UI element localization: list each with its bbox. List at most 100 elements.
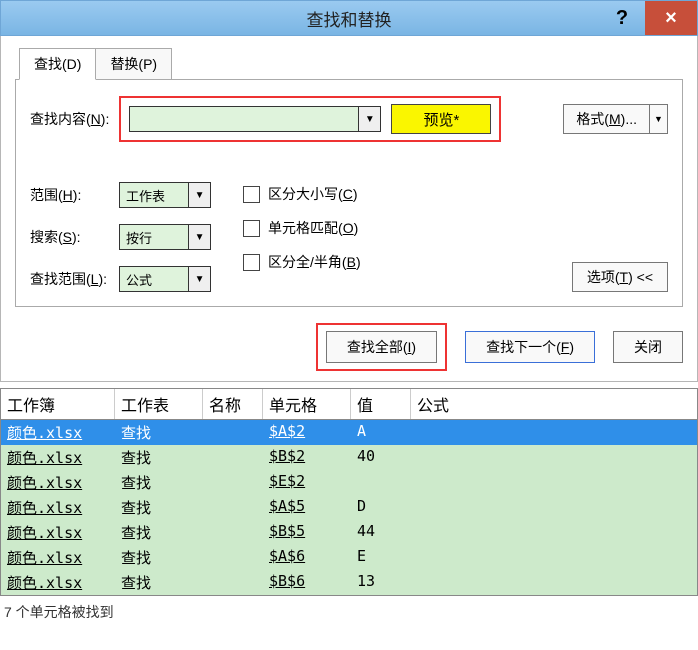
cell-formula	[411, 570, 697, 595]
format-button[interactable]: 格式(M)...	[563, 104, 650, 134]
tab-find[interactable]: 查找(D)	[19, 48, 96, 80]
scope-select-dropdown[interactable]: ▼	[189, 182, 211, 208]
cell-sheet: 查找	[115, 495, 203, 520]
find-all-highlight: 查找全部(I)	[316, 323, 447, 371]
results-row[interactable]: 颜色.xlsx查找$B$544	[1, 520, 697, 545]
lookin-label: 查找范围(L):	[30, 269, 107, 289]
match-whole-label: 单元格匹配(O)	[268, 218, 358, 238]
cell-ref: $B$5	[263, 520, 351, 545]
cell-workbook: 颜色.xlsx	[1, 470, 115, 495]
cell-sheet: 查找	[115, 545, 203, 570]
search-options-selects: 范围(H): 工作表 ▼ 搜索(S): 按行 ▼ 查找范围(L): 公式	[30, 182, 211, 292]
col-workbook[interactable]: 工作簿	[1, 389, 115, 419]
cell-workbook: 颜色.xlsx	[1, 545, 115, 570]
options-toggle-button[interactable]: 选项(T) <<	[572, 262, 668, 292]
cell-sheet: 查找	[115, 470, 203, 495]
tabs: 查找(D) 替换(P)	[15, 48, 683, 80]
cell-sheet: 查找	[115, 570, 203, 595]
cell-value: 40	[351, 445, 411, 470]
results-row[interactable]: 颜色.xlsx查找$A$6E	[1, 545, 697, 570]
help-button[interactable]: ?	[599, 1, 645, 35]
lookin-select-dropdown[interactable]: ▼	[189, 266, 211, 292]
tab-replace[interactable]: 替换(P)	[95, 48, 172, 80]
find-all-button[interactable]: 查找全部(I)	[326, 331, 437, 363]
results-row[interactable]: 颜色.xlsx查找 $E$2	[1, 470, 697, 495]
cell-name	[203, 495, 263, 520]
cell-ref: $A$5	[263, 495, 351, 520]
lookin-select[interactable]: 公式 ▼	[119, 266, 211, 292]
cell-workbook: 颜色.xlsx	[1, 520, 115, 545]
search-direction-select[interactable]: 按行 ▼	[119, 224, 211, 250]
cell-ref: $B$6	[263, 570, 351, 595]
find-input-wrap: ▼	[129, 106, 381, 132]
search-label: 搜索(S):	[30, 227, 107, 247]
close-button-label: 关闭	[634, 339, 662, 355]
cell-formula	[411, 520, 697, 545]
cell-value: 44	[351, 520, 411, 545]
dialog-body: 查找(D) 替换(P) 查找内容(N): ▼ 预览*	[0, 36, 698, 382]
cell-value: A	[351, 420, 411, 445]
match-case-check[interactable]: 区分大小写(C)	[243, 184, 361, 204]
cell-formula	[411, 470, 697, 495]
scope-label: 范围(H):	[30, 185, 107, 205]
scope-select[interactable]: 工作表 ▼	[119, 182, 211, 208]
cell-sheet: 查找	[115, 445, 203, 470]
results-row[interactable]: 颜色.xlsx查找 $B$240	[1, 445, 697, 470]
find-content-label: 查找内容(N):	[30, 109, 109, 129]
match-width-checkbox[interactable]	[243, 254, 260, 271]
window-title: 查找和替换	[307, 6, 392, 31]
tab-replace-label: 替换(P)	[110, 56, 157, 72]
match-whole-check[interactable]: 单元格匹配(O)	[243, 218, 361, 238]
chevron-down-icon: ▼	[365, 114, 375, 125]
find-next-wrap: 查找下一个(F)	[465, 331, 595, 363]
cell-name	[203, 545, 263, 570]
chevron-down-icon: ▼	[654, 114, 663, 124]
results-row[interactable]: 颜色.xlsx查找$B$613	[1, 570, 697, 595]
search-options: 范围(H): 工作表 ▼ 搜索(S): 按行 ▼ 查找范围(L): 公式	[30, 182, 668, 292]
format-button-wrap: 格式(M)... ▼	[563, 104, 668, 134]
col-cell[interactable]: 单元格	[263, 389, 351, 419]
results-body: 颜色.xlsx查找$A$2A颜色.xlsx查找$B$240颜色.xlsx查找$E…	[1, 420, 697, 595]
cell-value	[351, 470, 411, 495]
results-table: 工作簿 工作表 名称 单元格 值 公式 颜色.xlsx查找$A$2A颜色.xls…	[0, 388, 698, 596]
find-next-button[interactable]: 查找下一个(F)	[465, 331, 595, 363]
cell-name	[203, 420, 263, 445]
close-button[interactable]: 关闭	[613, 331, 683, 363]
find-what-dropdown[interactable]: ▼	[359, 106, 381, 132]
chevron-down-icon: ▼	[195, 274, 205, 285]
match-width-label: 区分全/半角(B)	[268, 252, 361, 272]
match-case-checkbox[interactable]	[243, 186, 260, 203]
cell-ref: $E$2	[263, 470, 351, 495]
dialog-actions: 查找全部(I) 查找下一个(F) 关闭	[15, 323, 683, 371]
match-width-check[interactable]: 区分全/半角(B)	[243, 252, 361, 272]
cell-ref: $B$2	[263, 445, 351, 470]
close-window-button[interactable]: ×	[645, 1, 697, 35]
search-options-checks: 区分大小写(C) 单元格匹配(O) 区分全/半角(B)	[243, 182, 361, 272]
preview-button-label: 预览*	[423, 109, 459, 130]
format-button-dropdown[interactable]: ▼	[650, 104, 668, 134]
scope-select-value: 工作表	[119, 182, 189, 208]
match-whole-checkbox[interactable]	[243, 220, 260, 237]
col-sheet[interactable]: 工作表	[115, 389, 203, 419]
search-direction-value: 按行	[119, 224, 189, 250]
results-row[interactable]: 颜色.xlsx查找$A$2A	[1, 420, 697, 445]
cell-value: D	[351, 495, 411, 520]
col-name[interactable]: 名称	[203, 389, 263, 419]
cell-workbook: 颜色.xlsx	[1, 570, 115, 595]
cell-formula	[411, 545, 697, 570]
col-formula[interactable]: 公式	[411, 389, 697, 419]
results-row[interactable]: 颜色.xlsx查找$A$5D	[1, 495, 697, 520]
col-value[interactable]: 值	[351, 389, 411, 419]
cell-ref: $A$2	[263, 420, 351, 445]
titlebar: 查找和替换 ? ×	[0, 0, 698, 36]
cell-formula	[411, 445, 697, 470]
cell-name	[203, 470, 263, 495]
cell-workbook: 颜色.xlsx	[1, 445, 115, 470]
cell-sheet: 查找	[115, 420, 203, 445]
results-header: 工作簿 工作表 名称 单元格 值 公式	[1, 389, 697, 420]
preview-button[interactable]: 预览*	[391, 104, 491, 134]
find-what-input[interactable]	[129, 106, 359, 132]
search-direction-dropdown[interactable]: ▼	[189, 224, 211, 250]
cell-ref: $A$6	[263, 545, 351, 570]
chevron-down-icon: ▼	[195, 232, 205, 243]
